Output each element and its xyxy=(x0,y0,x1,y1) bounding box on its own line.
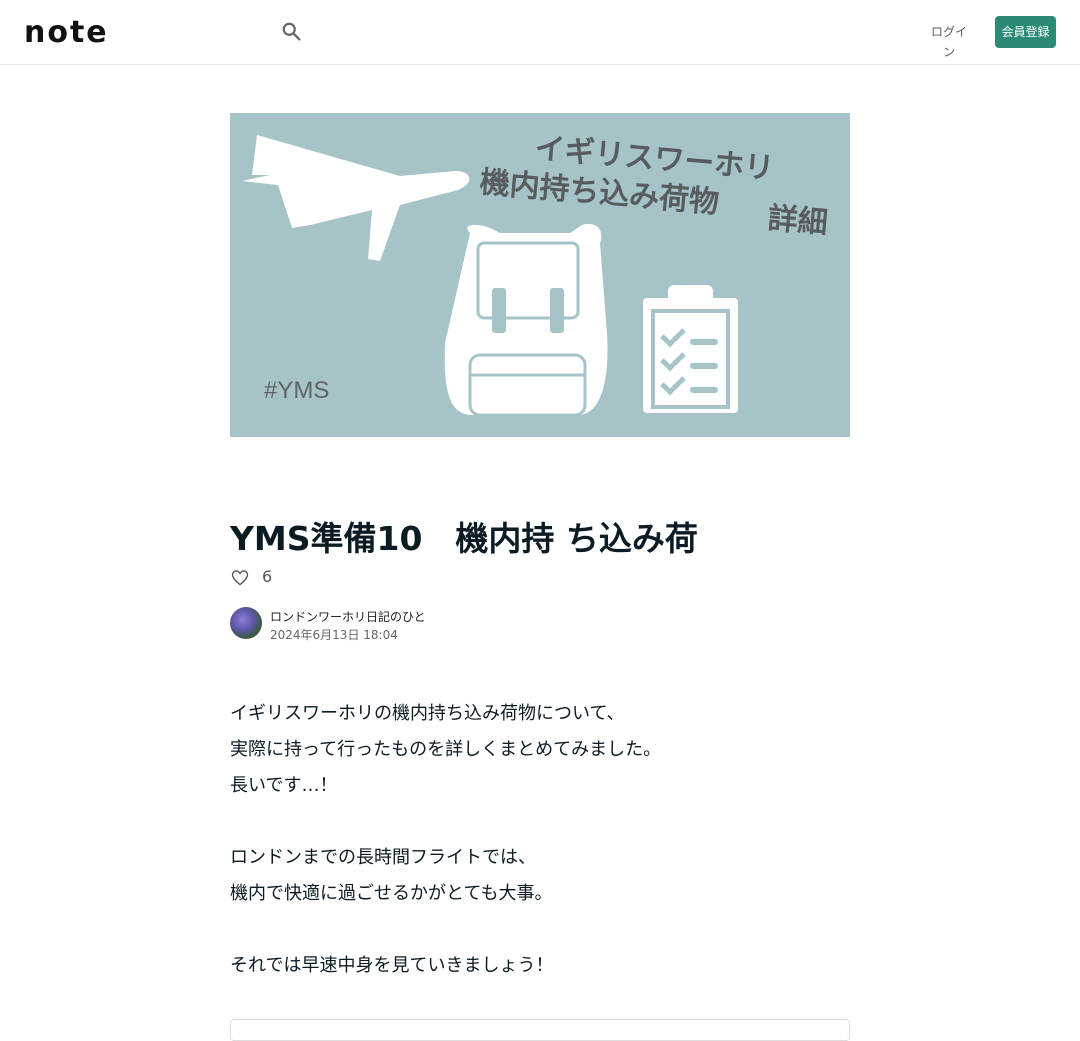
clipboard-icon xyxy=(643,285,738,413)
body-paragraph: 長いです…！ xyxy=(230,775,338,796)
svg-text:note: note xyxy=(24,20,109,44)
airplane-icon xyxy=(242,135,470,261)
site-header: note ログイン 会員登録 xyxy=(0,0,1080,65)
body-paragraph: 実際に持って行ったものを詳しくまとめてみました。 xyxy=(230,739,662,760)
body-paragraph: それでは早速中身を見ていきましょう！ xyxy=(230,955,554,976)
post-date: 2024年6月13日 18:04 xyxy=(270,628,398,642)
signup-button[interactable]: 会員登録 xyxy=(995,16,1056,48)
like-count: 6 xyxy=(262,567,273,586)
note-logo[interactable]: note xyxy=(24,20,124,44)
body-paragraph: イギリスワーホリの機内持ち込み荷物について、 xyxy=(230,703,625,724)
hero-image: イギリスワーホリ 機内持ち込み荷物 詳細 #YMS xyxy=(230,113,850,437)
backpack-icon xyxy=(444,223,608,417)
hero-hashtag: #YMS xyxy=(264,377,330,404)
login-link[interactable]: ログイン xyxy=(926,22,972,59)
body-paragraph: ロンドンまでの長時間フライトでは、 xyxy=(230,847,536,868)
body-paragraph xyxy=(230,804,850,840)
hero-title-line3: 詳細 xyxy=(766,200,830,242)
search-icon[interactable] xyxy=(281,21,303,43)
article-title: YMS準備10 機内持 ち込み荷 xyxy=(230,519,698,558)
heart-icon[interactable] xyxy=(230,568,250,588)
avatar[interactable] xyxy=(230,607,262,639)
author-name[interactable]: ロンドンワーホリ日記のひと xyxy=(270,608,426,625)
content-box xyxy=(230,1019,850,1041)
article-body: イギリスワーホリの機内持ち込み荷物について、 実際に持って行ったものを詳しくまと… xyxy=(230,696,850,984)
body-paragraph xyxy=(230,912,850,948)
body-paragraph: 機内で快適に過ごせるかがとても大事。 xyxy=(230,883,553,904)
